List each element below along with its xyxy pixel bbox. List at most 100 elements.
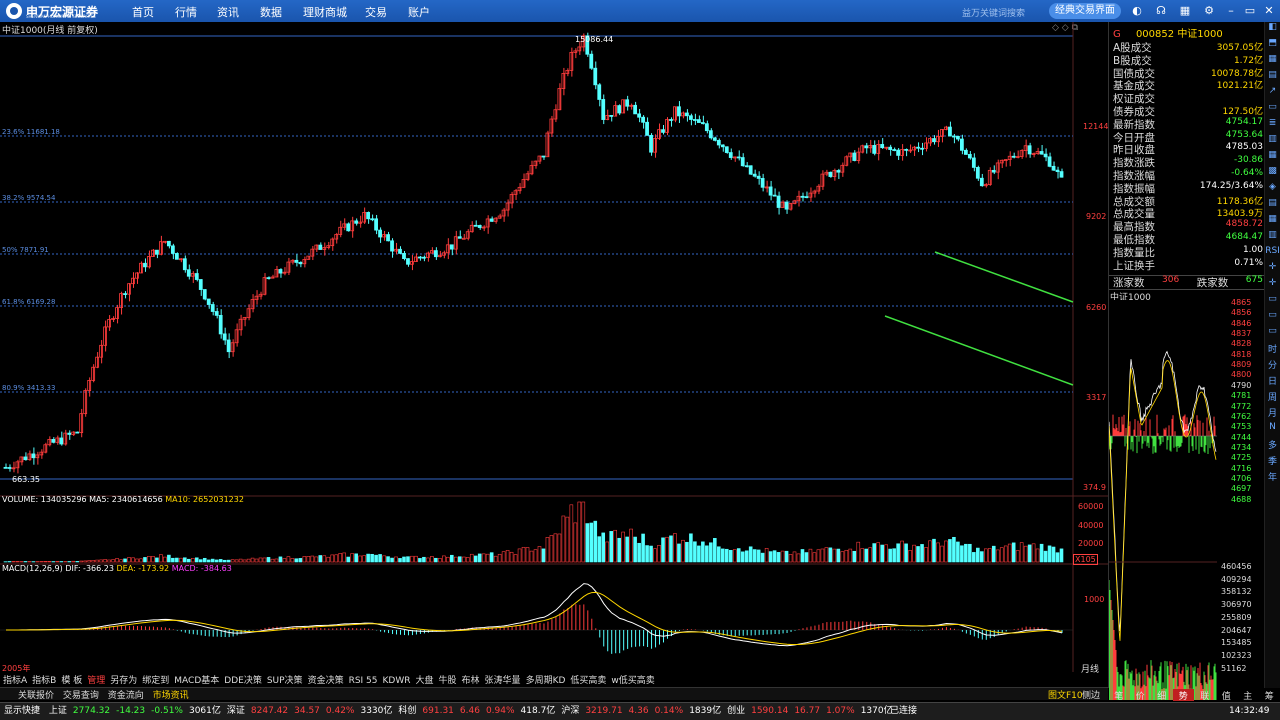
right-toolbar-button[interactable]: ▤ — [1265, 70, 1280, 86]
right-toolbar-button[interactable]: ✛ — [1265, 262, 1280, 278]
mini-tab[interactable]: 值 — [1216, 689, 1238, 702]
right-toolbar-button[interactable]: ◧ — [1265, 22, 1280, 38]
indicator-tab[interactable]: 资金决策 — [308, 676, 344, 686]
right-toolbar-button[interactable]: ▤ — [1265, 198, 1280, 214]
right-toolbar-button[interactable]: N — [1265, 422, 1280, 438]
right-toolbar-button[interactable]: ◈ — [1265, 182, 1280, 198]
indicator-tab[interactable]: SUP决策 — [267, 676, 303, 686]
right-toolbar-button[interactable]: 时 — [1265, 342, 1280, 358]
classic-trade-button[interactable]: 经典交易界面 — [1049, 3, 1121, 19]
volume-bar — [609, 531, 613, 563]
right-toolbar-button[interactable]: ≣ — [1265, 118, 1280, 134]
right-toolbar-button[interactable]: 日 — [1265, 374, 1280, 390]
right-toolbar-button[interactable]: ▦ — [1265, 214, 1280, 230]
nav-market[interactable]: 行情 — [175, 4, 197, 20]
right-toolbar-button[interactable]: ↗ — [1265, 86, 1280, 102]
right-toolbar-button[interactable]: ▭ — [1265, 326, 1280, 342]
mini-tab[interactable]: 联 — [1194, 689, 1216, 702]
indicator-tab[interactable]: DDE决策 — [224, 676, 262, 686]
candle-body — [633, 104, 638, 115]
right-toolbar-button[interactable]: ▦ — [1265, 54, 1280, 70]
f10-link[interactable]: 图文F10 — [1048, 688, 1083, 701]
indicator-tab[interactable]: 大盘 — [416, 676, 434, 686]
mini-vol-tick: 460456 — [1221, 562, 1252, 571]
indicator-tab[interactable]: 牛股 — [439, 676, 457, 686]
tab-fund-flow[interactable]: 资金流向 — [108, 691, 144, 701]
indicator-tab[interactable]: MACD基本 — [174, 676, 219, 686]
indicator-tab[interactable]: w低买高卖 — [611, 676, 654, 686]
sidebar-row-label: 权证成交 — [1113, 93, 1155, 106]
right-toolbar-button[interactable]: ▥ — [1265, 134, 1280, 150]
close-icon[interactable]: ✕ — [1262, 4, 1276, 18]
right-toolbar-button[interactable]: 月 — [1265, 406, 1280, 422]
nav-account[interactable]: 账户 — [408, 4, 430, 20]
mini-tab[interactable]: 筹 — [1259, 689, 1280, 702]
candle-body — [170, 245, 175, 254]
sidebar-row: 总成交量 13403.9万 — [1113, 206, 1263, 220]
mini-tab[interactable]: 主 — [1237, 689, 1259, 702]
indicator-tab[interactable]: 布林 — [462, 676, 480, 686]
indicator-tab[interactable]: 绑定到 — [142, 676, 169, 686]
nav-wealth-mall[interactable]: 理财商城 — [303, 4, 347, 20]
right-toolbar-button[interactable]: ▥ — [1265, 230, 1280, 246]
volume-bar — [625, 536, 629, 563]
right-toolbar-button[interactable]: ✛ — [1265, 278, 1280, 294]
right-toolbar-button[interactable]: RSI — [1265, 246, 1280, 262]
right-toolbar-button[interactable]: ▭ — [1265, 102, 1280, 118]
nav-trade[interactable]: 交易 — [365, 4, 387, 20]
mini-tab[interactable]: 势 — [1172, 689, 1194, 702]
right-toolbar-button[interactable]: ▭ — [1265, 294, 1280, 310]
intraday-mini-chart[interactable] — [1109, 300, 1217, 700]
right-toolbar-button[interactable]: 年 — [1265, 470, 1280, 486]
volume-bar — [641, 533, 645, 563]
maximize-icon[interactable]: ▭ — [1243, 4, 1257, 18]
nav-news[interactable]: 资讯 — [217, 4, 239, 20]
minimize-icon[interactable]: – — [1224, 4, 1238, 18]
indicator-tab[interactable]: 低买高卖 — [570, 676, 606, 686]
indicator-tab[interactable]: RSI 55 — [349, 676, 378, 686]
right-toolbar-button[interactable]: ⬒ — [1265, 38, 1280, 54]
tab-related-quotes[interactable]: 关联报价 — [18, 691, 54, 701]
broker-logo[interactable]: 申万宏源证券 SHENWAN HONGYUAN SECURITIES — [6, 2, 98, 20]
sidebar-row-value: 3057.05亿 — [1216, 43, 1263, 53]
settings-icon[interactable]: ⚙ — [1202, 4, 1216, 18]
right-toolbar-button[interactable]: 周 — [1265, 390, 1280, 406]
mini-tab[interactable]: 笔 — [1108, 689, 1130, 702]
tab-trade-query[interactable]: 交易查询 — [63, 691, 99, 701]
indicator-tab[interactable]: 张涛华量 — [485, 676, 521, 686]
volume-bar — [362, 555, 366, 563]
search-hint[interactable]: 益万关键词搜索 — [962, 6, 1025, 19]
volume-bar — [190, 558, 195, 563]
right-toolbar-button[interactable]: 多 — [1265, 438, 1280, 454]
mini-tab[interactable]: 细 — [1151, 689, 1173, 702]
candle-body — [609, 115, 614, 117]
indicator-tab[interactable]: 指标B — [32, 676, 56, 686]
right-toolbar-button[interactable]: ▦ — [1265, 150, 1280, 166]
right-toolbar-button[interactable]: ▭ — [1265, 310, 1280, 326]
candle-body — [593, 67, 598, 86]
sidebar-row-value: 4754.17 — [1225, 116, 1263, 127]
theme-icon[interactable]: ◐ — [1130, 4, 1144, 18]
sidebar-row-value: -0.64% — [1231, 168, 1263, 178]
right-toolbar-button[interactable]: 季 — [1265, 454, 1280, 470]
right-toolbar-button[interactable]: 分 — [1265, 358, 1280, 374]
candle-body — [214, 311, 219, 316]
mini-tab[interactable]: 价 — [1130, 689, 1152, 702]
candle-body — [433, 250, 438, 258]
indicator-tab[interactable]: 另存为 — [110, 676, 137, 686]
tab-market-news[interactable]: 市场资讯 — [153, 691, 189, 701]
indicator-tab[interactable]: 多周期KD — [526, 676, 566, 686]
indicator-tab[interactable]: 模 板 — [61, 676, 82, 686]
headset-icon[interactable]: ☊ — [1154, 4, 1168, 18]
indicator-tab[interactable]: 指标A — [3, 676, 27, 686]
nav-home[interactable]: 首页 — [132, 4, 154, 20]
grid-icon[interactable]: ▦ — [1178, 4, 1192, 18]
nav-data[interactable]: 数据 — [260, 4, 282, 20]
indicator-tab[interactable]: KDWR — [383, 676, 411, 686]
kline-chart[interactable]: 23.6% 11681.18 38.2% 9574.54 50% 7871.91 61… — [0, 22, 1108, 672]
quick-toggle[interactable]: 显示快捷 — [4, 706, 40, 716]
indicator-tab[interactable]: 管理 — [87, 676, 105, 686]
right-toolbar-button[interactable]: ▩ — [1265, 166, 1280, 182]
candle-body — [828, 171, 833, 177]
candle-body — [852, 152, 857, 161]
